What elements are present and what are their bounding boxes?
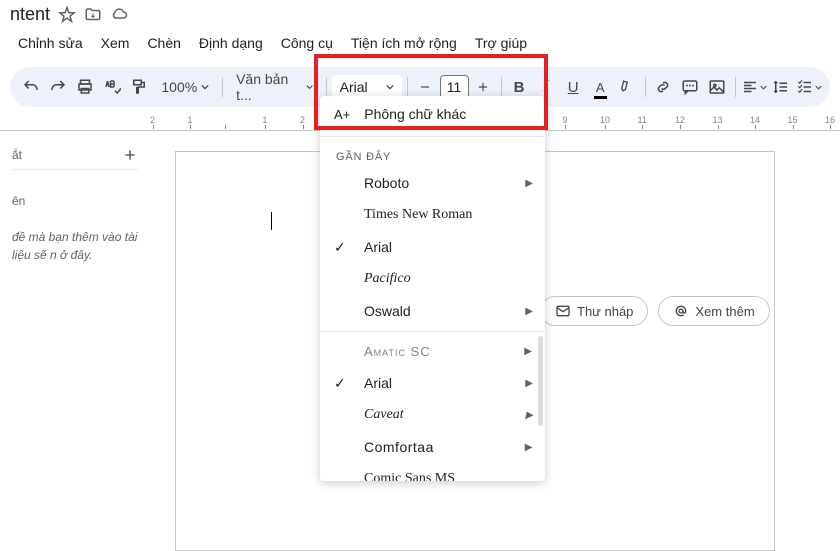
chevron-right-icon: ▶: [525, 410, 533, 421]
menubar: Chỉnh sửa Xem Chèn Định dạng Công cụ Tiệ…: [0, 29, 840, 61]
checklist-button[interactable]: [796, 73, 822, 101]
font-item-times[interactable]: Times New Roman: [320, 199, 545, 231]
outline-row[interactable]: ắt: [12, 141, 138, 170]
font-name: Roboto: [364, 175, 409, 191]
outline-placeholder: đề mà bạn thêm vào tài liệu sẽ n ở đây.: [12, 228, 138, 264]
divider: [320, 331, 545, 332]
redo-button[interactable]: [45, 73, 70, 101]
separator: [645, 77, 646, 97]
check-icon: ✓: [334, 239, 346, 256]
chip-label: Thư nháp: [577, 304, 633, 319]
doc-title[interactable]: ntent: [10, 4, 50, 25]
font-item-pacifico[interactable]: Pacifico: [320, 263, 545, 295]
font-name: Arial: [364, 239, 392, 255]
more-fonts-label: Phông chữ khác: [364, 106, 466, 122]
menu-extensions[interactable]: Tiện ích mở rộng: [343, 31, 465, 55]
print-button[interactable]: [72, 73, 97, 101]
chip-label: Xem thêm: [695, 304, 754, 319]
styles-dropdown[interactable]: Văn bản t...: [228, 71, 321, 103]
font-name: Arial: [364, 375, 392, 391]
menu-view[interactable]: Xem: [93, 31, 138, 55]
text-color-button[interactable]: A: [588, 73, 613, 101]
font-item-oswald[interactable]: Oswald ▶: [320, 295, 545, 327]
separator: [735, 77, 736, 97]
align-button[interactable]: [741, 73, 767, 101]
spellcheck-button[interactable]: [99, 73, 124, 101]
check-icon: ✓: [334, 375, 346, 392]
star-icon[interactable]: [58, 6, 76, 24]
divider: [320, 136, 545, 137]
more-fonts-item[interactable]: A+ Phông chữ khác: [320, 96, 545, 132]
image-button[interactable]: [705, 73, 730, 101]
highlight-button[interactable]: [615, 73, 640, 101]
chip-draft[interactable]: Thư nháp: [540, 296, 648, 326]
move-folder-icon[interactable]: [84, 6, 102, 24]
outline-heading: ên: [12, 194, 138, 208]
font-item-arial-2[interactable]: ✓ Arial ▶: [320, 367, 545, 399]
separator: [407, 77, 408, 97]
paint-format-button[interactable]: [126, 73, 151, 101]
cloud-status-icon[interactable]: [110, 6, 128, 24]
menu-help[interactable]: Trợ giúp: [467, 31, 535, 55]
font-item-amatic[interactable]: Amatic SC ▶: [320, 336, 545, 367]
text-cursor: [271, 212, 272, 230]
zoom-dropdown[interactable]: 100%: [153, 79, 217, 95]
chevron-right-icon: ▶: [525, 178, 533, 189]
link-button[interactable]: [651, 73, 676, 101]
font-name: Times New Roman: [364, 207, 472, 223]
chip-more[interactable]: Xem thêm: [658, 296, 769, 326]
font-menu: A+ Phông chữ khác GẦN ĐÂY Roboto ▶ Times …: [320, 96, 545, 481]
font-item-comfortaa[interactable]: Comfortaa ▶: [320, 431, 545, 463]
menu-edit[interactable]: Chỉnh sửa: [10, 31, 91, 55]
chevron-right-icon: ▶: [525, 378, 533, 389]
font-item-caveat[interactable]: Caveat ▶: [320, 399, 545, 431]
chevron-right-icon: ▶: [525, 442, 533, 453]
menu-insert[interactable]: Chèn: [139, 31, 188, 55]
recent-section-label: GẦN ĐÂY: [320, 141, 545, 167]
mail-icon: [555, 303, 571, 319]
font-name: Comic Sans MS: [364, 471, 455, 481]
font-name: Caveat: [364, 407, 404, 423]
undo-button[interactable]: [18, 73, 43, 101]
font-item-arial[interactable]: ✓ Arial: [320, 231, 545, 263]
chevron-right-icon: ▶: [525, 306, 533, 317]
menu-format[interactable]: Định dạng: [191, 31, 271, 55]
add-font-icon: A+: [334, 107, 350, 122]
outline-panel: ắt ên đề mà bạn thêm vào tài liệu sẽ n ở…: [0, 131, 150, 274]
separator: [501, 77, 502, 97]
font-name: Pacifico: [364, 271, 411, 287]
underline-button[interactable]: U: [561, 73, 586, 101]
titlebar: ntent: [0, 0, 840, 29]
smart-chips: Thư nháp Xem thêm: [540, 296, 770, 326]
font-item-comic[interactable]: Comic Sans MS: [320, 463, 545, 481]
font-name: Amatic SC: [364, 344, 431, 359]
comment-button[interactable]: [678, 73, 703, 101]
separator: [326, 77, 327, 97]
outline-label: ắt: [12, 148, 22, 162]
separator: [222, 77, 223, 97]
line-spacing-button[interactable]: [769, 73, 794, 101]
chevron-right-icon: ▶: [524, 346, 533, 357]
font-name: Comfortaa: [364, 439, 434, 455]
at-icon: [673, 303, 689, 319]
font-name: Oswald: [364, 303, 411, 319]
menu-tools[interactable]: Công cụ: [273, 31, 341, 55]
scrollbar-thumb[interactable]: [538, 336, 543, 426]
plus-icon[interactable]: [122, 147, 138, 163]
font-item-roboto[interactable]: Roboto ▶: [320, 167, 545, 199]
